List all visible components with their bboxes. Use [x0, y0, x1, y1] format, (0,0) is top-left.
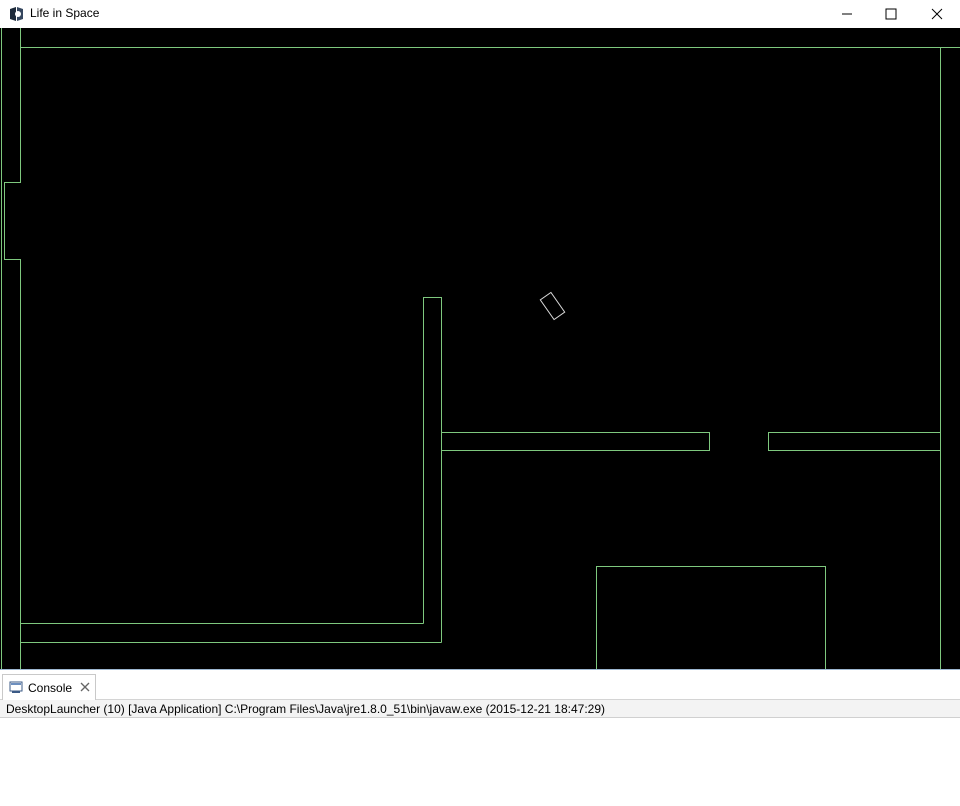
- console-panel: Console DesktopLauncher (10) [Java Appli…: [0, 669, 960, 806]
- maximize-button[interactable]: [868, 0, 914, 28]
- wall-bar-right: [768, 432, 941, 451]
- window-title: Life in Space: [30, 6, 100, 20]
- console-status-text: DesktopLauncher (10) [Java Application] …: [6, 702, 606, 716]
- wall-bottom-ledge: [20, 623, 442, 643]
- wall-bar-left: [441, 432, 710, 451]
- app-root: Life in Space Console DesktopLauncher (1…: [0, 0, 960, 806]
- player-ship: [539, 291, 566, 321]
- close-button[interactable]: [914, 0, 960, 28]
- minimize-button[interactable]: [824, 0, 870, 28]
- console-tabstrip: Console: [0, 670, 960, 700]
- wall-left-inner: [4, 28, 21, 669]
- close-icon[interactable]: [78, 680, 92, 694]
- game-canvas[interactable]: [0, 28, 960, 669]
- maximize-icon: [885, 8, 897, 20]
- minimize-icon: [842, 13, 852, 15]
- tab-console[interactable]: Console: [2, 674, 96, 700]
- console-status-bar: DesktopLauncher (10) [Java Application] …: [0, 700, 960, 718]
- window-titlebar[interactable]: Life in Space: [0, 0, 960, 28]
- wall-bottom-box: [596, 566, 826, 669]
- app-icon: [8, 5, 26, 23]
- close-icon: [931, 8, 943, 20]
- console-icon: [9, 680, 23, 694]
- console-tab-label: Console: [28, 681, 73, 695]
- wall-center-column: [423, 297, 442, 643]
- console-output[interactable]: [0, 718, 960, 806]
